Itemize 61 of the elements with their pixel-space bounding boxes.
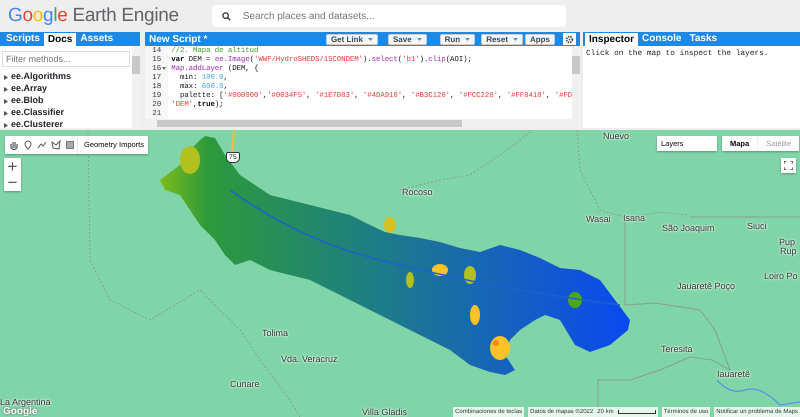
rectangle-icon[interactable] xyxy=(65,140,75,150)
toolbar-button[interactable]: Run xyxy=(440,34,476,44)
toolbar-button[interactable]: Get Link xyxy=(326,34,378,44)
place-label: São Joaquim xyxy=(662,222,715,235)
doc-item[interactable]: ee.Classifier xyxy=(0,106,132,118)
settings-button[interactable] xyxy=(563,33,576,45)
place-label: Rocoso xyxy=(402,186,433,199)
doc-item[interactable]: ee.Algorithms xyxy=(0,70,132,82)
caret-icon xyxy=(4,98,8,104)
place-label: Rup xyxy=(780,246,797,258)
script-title: New Script * xyxy=(148,32,208,46)
place-label: Nuevo xyxy=(603,130,630,143)
fold-icon[interactable] xyxy=(162,66,166,70)
polygon-icon[interactable] xyxy=(51,140,61,150)
tab[interactable]: Console xyxy=(638,32,686,46)
zoom-out-button[interactable]: − xyxy=(4,174,21,191)
tab[interactable]: Tasks xyxy=(685,32,722,46)
place-label: Pup xyxy=(779,236,796,248)
doc-item[interactable]: ee.Array xyxy=(0,82,132,94)
caret-icon xyxy=(4,86,8,92)
filter-field[interactable]: Filter methods... xyxy=(2,51,130,67)
google-logo: Google xyxy=(3,406,38,417)
hand-icon[interactable] xyxy=(9,140,19,150)
toolbar-button[interactable]: Apps xyxy=(525,34,555,44)
place-label: Cunare xyxy=(230,378,260,391)
place-label: Siuci xyxy=(747,220,767,233)
place-label: Villa Gladis xyxy=(362,406,407,417)
tab[interactable]: Scripts xyxy=(2,32,44,46)
tab[interactable]: Docs xyxy=(44,33,76,46)
fullscreen-icon xyxy=(784,161,793,170)
logo: Google Earth Engine xyxy=(8,4,179,28)
place-label: Loiro Po xyxy=(764,270,798,283)
caret-icon xyxy=(4,74,8,80)
place-label: Wasai xyxy=(586,213,611,226)
place-label: La Argentina xyxy=(0,396,51,407)
toolbar-button[interactable]: Reset xyxy=(481,34,523,44)
place-label: Teresita xyxy=(661,343,693,356)
doc-item[interactable]: ee.Clusterer xyxy=(0,118,132,128)
scrollbar[interactable] xyxy=(572,46,580,119)
toolbar-button[interactable]: Save xyxy=(388,34,427,44)
tab[interactable]: Assets xyxy=(76,32,118,46)
caret-icon xyxy=(4,122,8,128)
scrollbar[interactable] xyxy=(145,119,580,128)
place-label: Isana xyxy=(623,212,646,225)
place-label: Vda. Veracruz xyxy=(281,353,338,366)
line-icon[interactable] xyxy=(37,140,47,150)
search-field[interactable]: Search places and datasets... xyxy=(240,8,541,24)
search-icon xyxy=(222,12,231,20)
zoom-in-button[interactable]: + xyxy=(4,158,21,175)
doc-item[interactable]: ee.Blob xyxy=(0,94,132,106)
place-label: Iauaretê xyxy=(717,368,750,381)
scrollbar[interactable] xyxy=(132,46,140,128)
caret-icon xyxy=(4,110,8,116)
search-bar[interactable]: Search places and datasets... xyxy=(212,5,566,27)
marker-icon[interactable] xyxy=(23,140,33,150)
place-label: Jauaretê Poço xyxy=(677,280,736,293)
settings-icon xyxy=(565,34,574,44)
place-label: Tolima xyxy=(262,327,288,340)
fullscreen-button[interactable] xyxy=(781,158,796,173)
scale-bar xyxy=(618,410,656,414)
tab[interactable]: Inspector xyxy=(585,33,638,46)
